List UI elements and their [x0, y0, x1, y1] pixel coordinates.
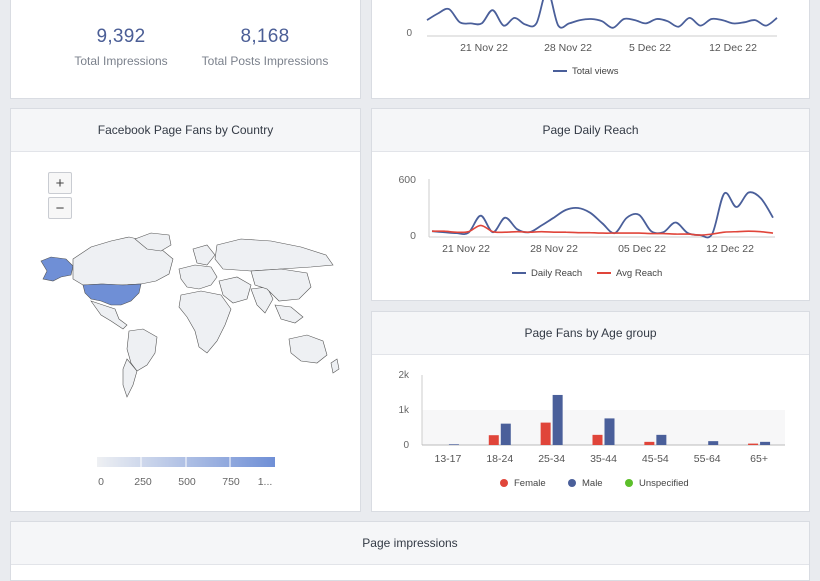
map-scale-label-4: 1...	[257, 476, 273, 488]
daily-reach-legend-label[interactable]: Daily Reach	[531, 268, 582, 279]
map-country-australia[interactable]	[288, 334, 328, 364]
map-country-new-zealand[interactable]	[330, 358, 340, 374]
views-legend-label[interactable]: Total views	[572, 66, 619, 77]
reach-y-tick-0: 0	[410, 230, 416, 242]
male-bar[interactable]	[552, 394, 563, 445]
map-scale-label-0: 0	[98, 476, 104, 488]
map-country-alaska[interactable]	[40, 256, 74, 282]
views-chart: 0 21 Nov 22 28 Nov 22 5 Dec 22 12 Dec 22 To…	[406, 0, 778, 77]
daily-reach-card: Page Daily Reach 600 0 21 Nov 22 28 Nov 2…	[371, 108, 810, 301]
reach-x-tick: 12 Dec 22	[706, 243, 754, 255]
female-bar[interactable]	[748, 443, 759, 445]
age-group-title: Page Fans by Age group	[372, 312, 809, 355]
female-bar[interactable]	[644, 441, 655, 445]
daily-reach-line	[431, 191, 774, 239]
views-x-tick: 21 Nov 22	[460, 42, 508, 54]
map-color-scale	[97, 457, 275, 467]
age-category-label: 55-64	[694, 453, 721, 465]
map-country-mexico[interactable]	[90, 300, 128, 330]
total-impressions-stat: 9,392 Total Impressions	[41, 26, 201, 68]
views-chart-card: 0 21 Nov 22 28 Nov 22 5 Dec 22 12 Dec 22 To…	[371, 0, 810, 99]
total-posts-impressions-stat: 8,168 Total Posts Impressions	[185, 26, 345, 68]
female-bar[interactable]	[592, 434, 603, 445]
map-scale-label-1: 250	[134, 476, 152, 488]
male-bar[interactable]	[760, 441, 771, 445]
map-country-russia[interactable]	[214, 238, 334, 272]
male-bar[interactable]	[448, 444, 459, 445]
reach-x-tick: 05 Dec 22	[618, 243, 666, 255]
age-y-tick-2k: 2k	[398, 370, 410, 381]
age-group-card: Page Fans by Age group 2k 1k 0 13-17 18-2…	[371, 311, 810, 512]
page-impressions-card: Page impressions	[10, 521, 810, 581]
avg-reach-legend-label[interactable]: Avg Reach	[616, 268, 662, 279]
age-y-tick-1k: 1k	[398, 405, 410, 416]
total-posts-impressions-value: 8,168	[240, 26, 290, 47]
stats-card: 9,392 Total Impressions 8,168 Total Post…	[10, 0, 361, 99]
male-bar[interactable]	[656, 434, 667, 445]
male-legend-dot[interactable]	[568, 479, 576, 487]
unspecified-legend-dot[interactable]	[625, 479, 633, 487]
female-bar[interactable]	[540, 422, 551, 445]
age-category-label: 18-24	[486, 453, 513, 465]
views-x-tick: 5 Dec 22	[629, 42, 671, 54]
male-bar[interactable]	[604, 418, 615, 445]
female-bar[interactable]	[488, 435, 499, 445]
total-impressions-label: Total Impressions	[74, 54, 168, 68]
map-country-scandinavia[interactable]	[192, 244, 216, 266]
age-y-tick-0: 0	[403, 440, 409, 451]
age-category-label: 65+	[750, 453, 768, 465]
reach-x-tick: 28 Nov 22	[530, 243, 578, 255]
reach-y-tick-600: 600	[398, 174, 416, 186]
male-legend-label[interactable]: Male	[582, 478, 603, 489]
views-x-tick: 12 Dec 22	[709, 42, 757, 54]
age-category-label: 35-44	[590, 453, 617, 465]
world-map[interactable]	[11, 109, 362, 513]
views-y-tick: 0	[406, 28, 412, 39]
map-country-africa[interactable]	[178, 290, 232, 354]
age-band	[422, 410, 785, 445]
map-country-europe[interactable]	[178, 264, 218, 290]
views-series-line	[426, 0, 778, 29]
reach-x-tick: 21 Nov 22	[442, 243, 490, 255]
page-impressions-title: Page impressions	[11, 522, 809, 565]
daily-reach-title: Page Daily Reach	[372, 109, 809, 152]
country-map-card: Facebook Page Fans by Country + − 0 250 …	[10, 108, 361, 512]
views-x-tick: 28 Nov 22	[544, 42, 592, 54]
map-scale-label-2: 500	[178, 476, 196, 488]
female-legend-label[interactable]: Female	[514, 478, 546, 489]
age-category-label: 45-54	[642, 453, 669, 465]
daily-reach-chart: 600 0 21 Nov 22 28 Nov 22 05 Dec 22 12 Dec …	[398, 174, 775, 279]
unspecified-legend-label[interactable]: Unspecified	[639, 478, 689, 489]
map-scale-label-3: 750	[222, 476, 240, 488]
total-posts-impressions-label: Total Posts Impressions	[201, 54, 329, 68]
male-bar[interactable]	[708, 441, 719, 445]
avg-reach-line	[431, 224, 774, 236]
age-category-label: 13-17	[434, 453, 461, 465]
age-category-label: 25-34	[538, 453, 565, 465]
map-country-southeast-asia[interactable]	[274, 304, 304, 324]
male-bar[interactable]	[500, 423, 511, 445]
total-impressions-value: 9,392	[96, 26, 146, 47]
female-legend-dot[interactable]	[500, 479, 508, 487]
age-group-chart: 2k 1k 0 13-17 18-24 25-34 35-44 45-54 55-64 65…	[398, 370, 785, 489]
